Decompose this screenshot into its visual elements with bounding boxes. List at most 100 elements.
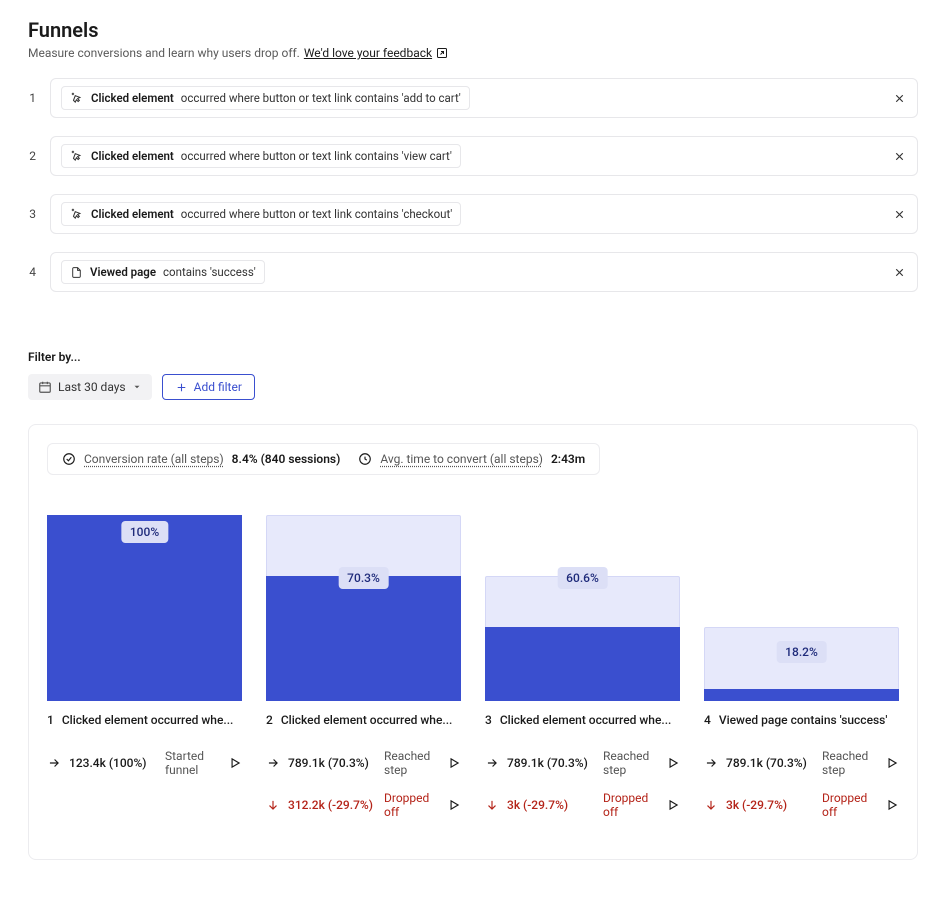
step-number: 1 (28, 91, 36, 105)
arrow-down-icon (704, 798, 718, 812)
summary-time: Avg. time to convert (all steps) 2:43m (358, 452, 585, 466)
arrow-down-icon (485, 798, 499, 812)
view-sessions-button[interactable] (228, 756, 242, 770)
dropped-off-row: 3k (-29.7%)Dropped off (704, 791, 899, 819)
summary-conv-value: 8.4% (840 sessions) (232, 452, 341, 466)
arrow-right-icon-wrap (266, 756, 280, 770)
add-filter-button[interactable]: Add filter (162, 374, 255, 400)
calendar-icon (38, 380, 52, 394)
view-sessions-button[interactable] (885, 756, 899, 770)
funnel-chart: 100% 1Clicked element occurred whe... 123.… (47, 515, 899, 819)
funnel-column-number: 4 (704, 713, 711, 727)
funnel-bar-label: 70.3% (338, 567, 389, 589)
step-condition-pill[interactable]: Clicked element occurred where button or … (61, 202, 461, 226)
funnel-column-title: 3Clicked element occurred whe... (485, 713, 680, 727)
funnel-chart-column: 100% 1Clicked element occurred whe... 123.… (47, 515, 242, 777)
plus-icon (175, 381, 188, 394)
view-sessions-button[interactable] (447, 756, 461, 770)
funnel-bar-label: 100% (121, 521, 168, 543)
metric-label: Dropped off (384, 791, 439, 819)
close-icon (893, 150, 906, 163)
click-cursor-icon (70, 91, 84, 105)
funnel-bar[interactable]: 18.2% (704, 515, 899, 701)
page-title: Funnels (28, 18, 918, 42)
funnel-column-title: 4 Viewed page contains 'success' (704, 713, 899, 727)
play-icon (666, 756, 680, 770)
arrow-down-icon-wrap (485, 798, 499, 812)
step-condition-text: occurred where button or text link conta… (181, 207, 453, 221)
page-subtitle: Measure conversions and learn why users … (28, 46, 300, 60)
step-number: 4 (28, 265, 36, 279)
funnel-steps-list: 1 Clicked element occurred where button o… (28, 78, 918, 292)
play-icon (228, 756, 242, 770)
step-number: 3 (28, 207, 36, 221)
remove-step-button[interactable] (891, 206, 907, 222)
summary-time-value: 2:43m (551, 452, 585, 466)
feedback-link-text: We'd love your feedback (304, 46, 432, 60)
close-icon (893, 208, 906, 221)
view-sessions-button[interactable] (447, 798, 461, 812)
play-icon (666, 798, 680, 812)
funnel-column-title: 1Clicked element occurred whe... (47, 713, 242, 727)
step-card[interactable]: Clicked element occurred where button or … (50, 194, 918, 234)
step-number: 2 (28, 149, 36, 163)
funnel-bar[interactable]: 60.6% (485, 515, 680, 701)
funnel-bar-fill (266, 576, 461, 701)
step-card[interactable]: Viewed page contains 'success' (50, 252, 918, 292)
arrow-right-icon (485, 756, 499, 770)
funnel-bar-label: 18.2% (776, 641, 827, 663)
funnel-bar[interactable]: 100% (47, 515, 242, 701)
play-icon (447, 756, 461, 770)
funnel-bar-fill (47, 515, 242, 701)
funnel-column-number: 3 (485, 713, 492, 727)
metric-label: Started funnel (165, 749, 220, 777)
funnel-column-text: Viewed page contains 'success' (719, 713, 888, 727)
funnel-chart-column: 60.6% 3Clicked element occurred whe... 789… (485, 515, 680, 819)
feedback-link[interactable]: We'd love your feedback (304, 46, 448, 60)
arrow-right-icon (704, 756, 718, 770)
view-sessions-button[interactable] (666, 798, 680, 812)
arrow-right-icon-wrap (704, 756, 718, 770)
funnel-metric-rows: 123.4k (100%)Started funnel (47, 749, 242, 777)
funnel-column-number: 2 (266, 713, 273, 727)
funnel-step-row: 4 Viewed page contains 'success' (28, 252, 918, 292)
step-condition-text: contains 'success' (163, 265, 256, 279)
page-icon (70, 266, 83, 279)
arrow-down-icon (266, 798, 280, 812)
step-event-name: Clicked element (91, 207, 174, 221)
funnel-bar[interactable]: 70.3% (266, 515, 461, 701)
date-range-text: Last 30 days (58, 380, 126, 394)
funnel-metric-rows: 789.1k (70.3%)Reached step3k (-29.7%)Dro… (704, 749, 899, 819)
funnel-step-row: 1 Clicked elementoccurred where button o… (28, 78, 918, 118)
date-range-chip[interactable]: Last 30 days (28, 374, 152, 400)
view-sessions-button[interactable] (666, 756, 680, 770)
dropped-off-row: 3k (-29.7%)Dropped off (485, 791, 680, 819)
filter-section: Filter by... Last 30 days Add filter (28, 350, 918, 400)
arrow-right-icon-wrap (47, 756, 61, 770)
metric-value: 789.1k (70.3%) (288, 756, 376, 770)
step-event-name: Clicked element (91, 149, 174, 163)
close-icon (893, 92, 906, 105)
step-condition-pill[interactable]: Clicked elementoccurred where button or … (61, 86, 470, 110)
reached-step-row: 789.1k (70.3%)Reached step (266, 749, 461, 777)
results-panel: Conversion rate (all steps) 8.4% (840 se… (28, 424, 918, 860)
summary-conv-label: Conversion rate (all steps) (84, 452, 224, 466)
metric-value: 789.1k (70.3%) (507, 756, 595, 770)
step-event-name: Viewed page (90, 265, 156, 279)
summary-conversion: Conversion rate (all steps) 8.4% (840 se… (62, 452, 340, 466)
metric-label: Reached step (603, 749, 658, 777)
remove-step-button[interactable] (891, 264, 907, 280)
remove-step-button[interactable] (891, 148, 907, 164)
step-card[interactable]: Clicked elementoccurred where button or … (50, 78, 918, 118)
funnel-bar-fill (704, 689, 899, 701)
remove-step-button[interactable] (891, 90, 907, 106)
step-card[interactable]: Clicked elementoccurred where button or … (50, 136, 918, 176)
metric-value: 789.1k (70.3%) (726, 756, 814, 770)
arrow-right-icon (266, 756, 280, 770)
arrow-right-icon-wrap (485, 756, 499, 770)
step-condition-pill[interactable]: Viewed page contains 'success' (61, 260, 265, 284)
add-filter-text: Add filter (194, 380, 242, 394)
summary-time-label: Avg. time to convert (all steps) (380, 452, 543, 466)
view-sessions-button[interactable] (885, 798, 899, 812)
step-condition-pill[interactable]: Clicked elementoccurred where button or … (61, 144, 461, 168)
